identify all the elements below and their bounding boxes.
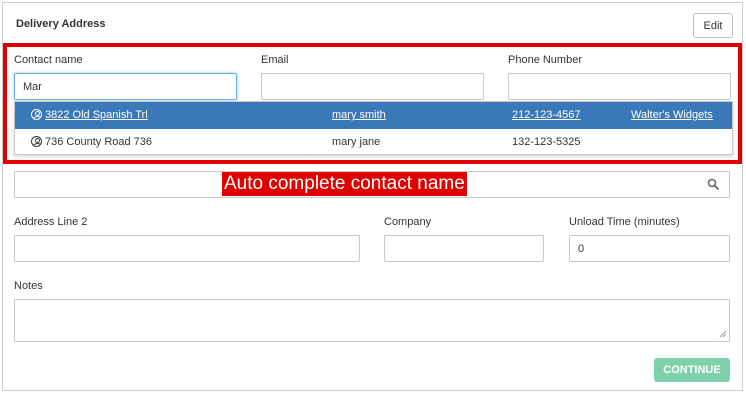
notes-textarea[interactable]	[14, 299, 730, 342]
autocomplete-address[interactable]: 3822 Old Spanish Trl	[45, 109, 148, 121]
address-line2-label: Address Line 2	[14, 216, 88, 228]
continue-button[interactable]: CONTINUE	[654, 358, 730, 382]
phone-label: Phone Number	[508, 54, 582, 66]
resize-grip-icon[interactable]	[719, 330, 727, 338]
autocomplete-address[interactable]: 736 County Road 736	[45, 136, 152, 148]
autocomplete-item[interactable]: 736 County Road 736 mary jane 132-123-53…	[15, 129, 732, 156]
autocomplete-phone[interactable]: 212-123-4567	[512, 109, 581, 121]
person-icon	[31, 109, 42, 120]
search-icon[interactable]	[707, 178, 719, 190]
autocomplete-dropdown: 3822 Old Spanish Trl mary smith 212-123-…	[14, 101, 733, 155]
address-line2-input[interactable]	[14, 235, 360, 262]
autocomplete-contact-name[interactable]: mary jane	[332, 136, 380, 148]
annotation-label: Auto complete contact name	[222, 172, 467, 196]
autocomplete-company[interactable]: Walter's Widgets	[631, 109, 713, 121]
card-title: Delivery Address	[16, 18, 106, 30]
company-label: Company	[384, 216, 432, 228]
autocomplete-phone[interactable]: 132-123-5325	[512, 136, 581, 148]
phone-input[interactable]	[508, 73, 731, 100]
person-icon	[31, 136, 42, 147]
contact-name-input[interactable]	[14, 73, 237, 100]
notes-label: Notes	[14, 280, 43, 292]
unload-time-label: Unload Time (minutes)	[569, 216, 680, 228]
email-input[interactable]	[261, 73, 484, 100]
autocomplete-contact-name[interactable]: mary smith	[332, 109, 386, 121]
autocomplete-item[interactable]: 3822 Old Spanish Trl mary smith 212-123-…	[15, 102, 732, 129]
company-input[interactable]	[384, 235, 544, 262]
header-divider	[3, 44, 742, 45]
edit-button[interactable]: Edit	[693, 13, 733, 38]
email-label: Email	[261, 54, 289, 66]
contact-name-label: Contact name	[14, 54, 83, 66]
unload-time-input[interactable]	[569, 235, 730, 262]
